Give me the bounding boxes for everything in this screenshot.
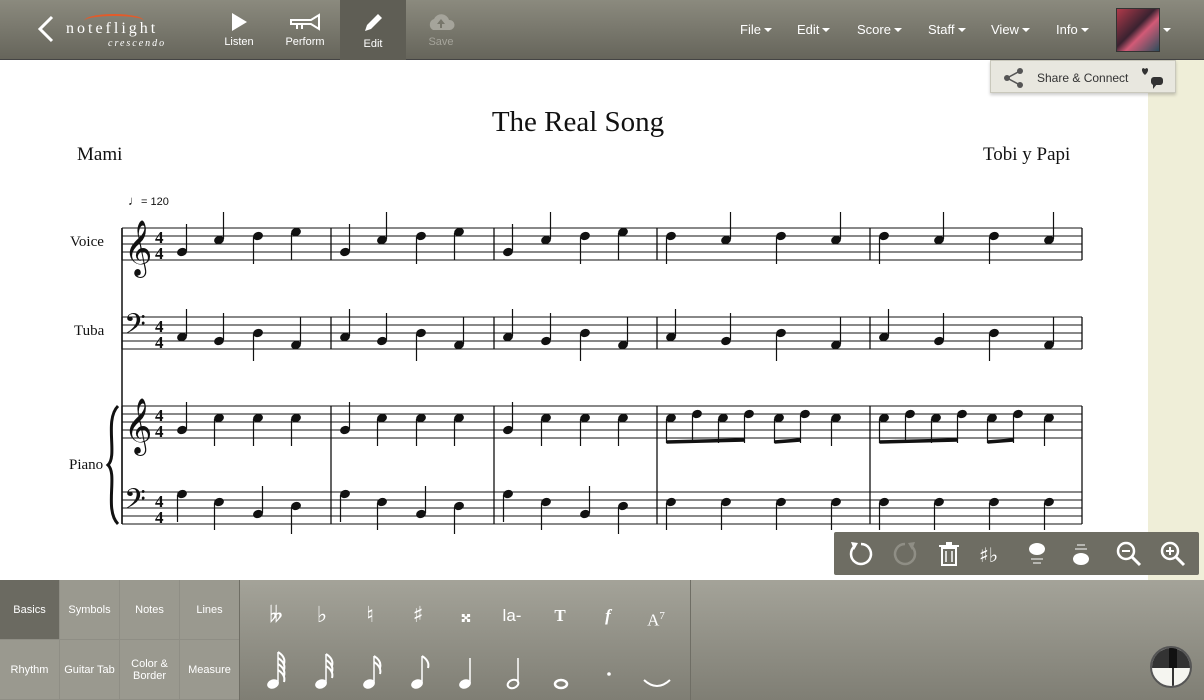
- piano-brace: [105, 404, 120, 526]
- menu-view[interactable]: View: [991, 22, 1030, 37]
- tie-button[interactable]: [643, 679, 671, 687]
- text-button[interactable]: T: [540, 596, 580, 636]
- tab-notes[interactable]: Notes: [120, 580, 180, 640]
- sharp-button[interactable]: ♯: [398, 596, 438, 636]
- menu-file[interactable]: File: [740, 22, 772, 37]
- pitch-up-icon[interactable]: [1022, 539, 1052, 569]
- bottom-palette: Basics Symbols Notes Lines Rhythm Guitar…: [0, 580, 1204, 700]
- share-icon: [1004, 68, 1023, 88]
- chevron-down-icon[interactable]: [1163, 28, 1171, 32]
- lyric-button[interactable]: la-: [492, 596, 532, 636]
- tab-basics[interactable]: Basics: [0, 580, 60, 640]
- divider: [690, 580, 691, 700]
- tab-guitar-tab[interactable]: Guitar Tab: [60, 640, 120, 700]
- zoom-out-icon[interactable]: [1114, 539, 1144, 569]
- listen-button[interactable]: Listen: [206, 0, 272, 60]
- time-signature-denominator: 4: [155, 333, 164, 352]
- dot-button[interactable]: [607, 672, 611, 676]
- edit-button[interactable]: Edit: [340, 0, 406, 60]
- pencil-icon: [365, 14, 382, 31]
- score-staves[interactable]: 𝄞 44𝄢 44𝄞 44𝄢 44: [0, 200, 1148, 540]
- chord-symbol-button[interactable]: A7: [636, 596, 676, 636]
- time-signature-denominator: 4: [155, 508, 164, 527]
- share-connect-button[interactable]: Share & Connect: [990, 60, 1176, 93]
- tab-color-border[interactable]: Color & Border: [120, 640, 180, 700]
- menu-edit[interactable]: Edit: [797, 22, 830, 37]
- beam: [879, 438, 958, 444]
- menu-info[interactable]: Info: [1056, 22, 1089, 37]
- save-button[interactable]: Save: [408, 0, 474, 60]
- menu-staff[interactable]: Staff: [928, 22, 966, 37]
- tab-rhythm[interactable]: Rhythm: [0, 640, 60, 700]
- trumpet-icon: [290, 13, 320, 31]
- natural-button[interactable]: ♮: [350, 596, 390, 636]
- svg-text:♯♭: ♯♭: [979, 543, 998, 567]
- cloud-upload-icon: [429, 14, 455, 30]
- menu-score[interactable]: Score: [857, 22, 902, 37]
- flat-button[interactable]: ♭: [302, 596, 342, 636]
- dynamic-button[interactable]: f: [588, 596, 628, 636]
- sixty-fourth-note-button[interactable]: [266, 651, 286, 690]
- score-title[interactable]: The Real Song: [0, 106, 1156, 139]
- beam: [666, 438, 745, 444]
- half-note-button[interactable]: [506, 658, 520, 690]
- perform-button[interactable]: Perform: [272, 0, 338, 60]
- thirty-second-note-button[interactable]: [314, 653, 334, 690]
- time-signature-denominator: 4: [155, 244, 164, 263]
- sharp-flat-icon[interactable]: ♯♭: [978, 539, 1008, 569]
- top-toolbar: noteflight crescendo Listen Perform Edit…: [0, 0, 1204, 60]
- right-margin-strip: [1148, 60, 1204, 580]
- undo-icon[interactable]: [846, 539, 876, 569]
- beam: [774, 438, 801, 444]
- bass-clef-icon: 𝄢: [124, 308, 146, 348]
- double-sharp-button[interactable]: 𝄪: [446, 596, 486, 636]
- trash-icon[interactable]: [934, 539, 964, 569]
- play-icon: [232, 13, 247, 31]
- whole-note-button[interactable]: [553, 678, 569, 690]
- lyricist-text[interactable]: Mami: [77, 144, 122, 166]
- noteflight-logo[interactable]: noteflight crescendo: [64, 14, 184, 50]
- eighth-note-button[interactable]: [410, 655, 430, 690]
- duration-row: [266, 651, 671, 690]
- tab-symbols[interactable]: Symbols: [60, 580, 120, 640]
- treble-clef-icon: 𝄞: [124, 220, 152, 278]
- pitch-down-icon[interactable]: [1066, 539, 1096, 569]
- redo-icon[interactable]: [890, 539, 920, 569]
- treble-clef-icon: 𝄞: [124, 398, 152, 456]
- beam: [987, 438, 1014, 444]
- back-arrow-icon[interactable]: [36, 14, 56, 44]
- sixteenth-note-button[interactable]: [362, 655, 382, 690]
- heart-comment-icon: [1141, 68, 1163, 89]
- double-flat-button[interactable]: 𝄫: [256, 596, 296, 636]
- divider: [239, 580, 240, 700]
- time-signature-denominator: 4: [155, 422, 164, 441]
- tab-lines[interactable]: Lines: [180, 580, 240, 640]
- edit-tools-panel: ♯♭: [834, 532, 1199, 575]
- user-avatar[interactable]: [1116, 8, 1160, 52]
- bass-clef-icon: 𝄢: [124, 483, 146, 523]
- composer-text[interactable]: Tobi y Papi: [983, 144, 1070, 166]
- quarter-note-button[interactable]: [458, 658, 472, 690]
- piano-keyboard-toggle[interactable]: [1150, 646, 1192, 688]
- zoom-in-icon[interactable]: [1158, 539, 1188, 569]
- tab-measure[interactable]: Measure: [180, 640, 240, 700]
